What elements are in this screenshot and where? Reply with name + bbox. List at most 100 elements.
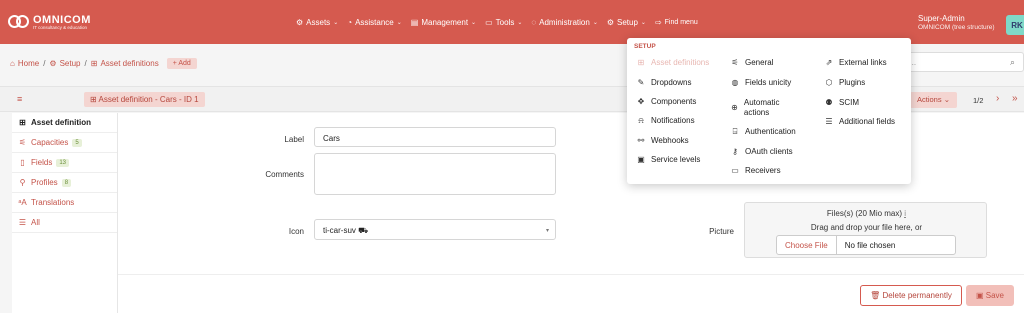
actions-label: Actions <box>917 95 942 104</box>
menu-item-additional-fields[interactable]: ☰ Additional fields <box>824 117 895 127</box>
additional-fields-icon: ☰ <box>825 117 833 126</box>
menu-item-label: External links <box>839 58 887 67</box>
avatar[interactable]: RK <box>1006 15 1024 35</box>
nav-item-assistance[interactable]: ◔ Assistance ⌄ <box>347 18 402 27</box>
icon-field-label: Icon <box>288 227 304 236</box>
asset-definitions-icon: ⊞ <box>637 58 645 67</box>
chevron-down-icon: ⌄ <box>517 20 523 26</box>
chevron-down-icon: ▾ <box>545 228 549 234</box>
administration-icon: ◌ <box>531 18 537 27</box>
label-input[interactable]: Cars <box>314 127 556 147</box>
last-page-icon[interactable]: » <box>1012 93 1018 104</box>
info-icon[interactable]: i <box>904 209 906 218</box>
menu-item-authentication[interactable]: ⍈ Authentication <box>730 127 796 137</box>
breadcrumb-home[interactable]: Home <box>18 59 39 68</box>
save-button[interactable]: ▣ Save <box>966 285 1014 306</box>
scim-icon: ⚉ <box>825 98 833 107</box>
nav-item-management[interactable]: ▤ Management ⌄ <box>411 18 476 27</box>
sidebar-item-label: Profiles <box>31 178 58 187</box>
sidebar-item-fields[interactable]: ▯ Fields 13 <box>12 153 117 173</box>
menu-item-label: General <box>745 58 774 67</box>
menu-item-label: OAuth clients <box>745 147 793 156</box>
picture-field-label: Picture <box>709 227 734 236</box>
icon-select[interactable]: ti-car-suv ⛟ ▾ <box>314 219 556 240</box>
menu-item-webhooks[interactable]: ⚯ Webhooks <box>636 136 689 146</box>
receivers-icon: ▭ <box>731 166 739 175</box>
breadcrumb-current[interactable]: Asset definitions <box>100 59 158 68</box>
pager-count: 1/2 <box>973 96 984 105</box>
label-field-label: Label <box>284 135 304 144</box>
dropdowns-icon: ✎ <box>637 78 645 87</box>
menu-item-components[interactable]: ✥ Components <box>636 97 697 107</box>
page-title-text: Asset definition - Cars - ID 1 <box>98 95 199 104</box>
nav-label: Assistance <box>355 18 394 27</box>
sidebar-item-capacities[interactable]: ⚟ Capacities 5 <box>12 133 117 153</box>
comments-textarea[interactable] <box>314 153 556 195</box>
chevron-down-icon: ⌄ <box>592 20 598 26</box>
menu-item-asset-definitions[interactable]: ⊞ Asset definitions <box>636 58 710 68</box>
components-icon: ✥ <box>637 97 645 106</box>
menu-item-oauth-clients[interactable]: ⚷ OAuth clients <box>730 147 793 157</box>
menu-item-label: Webhooks <box>651 136 689 145</box>
save-label: Save <box>985 291 1004 300</box>
menu-item-label: Fields unicity <box>745 78 792 87</box>
chevron-down-icon: ⌄ <box>396 20 402 26</box>
nav-item-administration[interactable]: ◌ Administration ⌄ <box>531 18 597 27</box>
brand-logo[interactable]: OMNICOM IT consultancy & education <box>8 14 91 30</box>
search-icon[interactable]: ⌕ <box>1010 57 1015 68</box>
file-input[interactable]: Choose File No file chosen <box>776 235 956 255</box>
search-input[interactable]: h... ⌕ <box>898 52 1024 72</box>
nav-label: Management <box>421 18 469 27</box>
menu-item-label: Dropdowns <box>651 78 692 87</box>
page-title: ⊞ Asset definition - Cars - ID 1 <box>84 92 205 107</box>
filter-icon[interactable]: ≡ <box>17 94 22 104</box>
nav-item-tools[interactable]: ▭ Tools ⌄ <box>485 18 522 27</box>
user-entity: OMNICOM (tree structure) <box>918 24 995 31</box>
trash-icon: 🗑︎ <box>870 291 883 300</box>
next-page-icon[interactable]: › <box>996 93 999 104</box>
delete-permanently-button[interactable]: 🗑︎ Delete permanently <box>860 285 962 306</box>
choose-file-button[interactable]: Choose File <box>777 236 837 254</box>
picture-dropzone[interactable]: Files(s) (20 Mio max) i Drag and drop yo… <box>744 202 987 258</box>
menu-item-external-links[interactable]: ⇗ External links <box>824 58 887 68</box>
home-icon: ⌂ <box>10 58 15 68</box>
sidebar-item-translations[interactable]: ᵃA Translations <box>12 193 117 213</box>
nav-item-assets[interactable]: ⚙ Assets ⌄ <box>296 18 338 27</box>
menu-item-automatic-actions[interactable]: ⊕ Automatic actions <box>730 98 800 118</box>
menu-item-scim[interactable]: ⚉ SCIM <box>824 98 859 108</box>
menu-item-dropdowns[interactable]: ✎ Dropdowns <box>636 78 692 88</box>
management-icon: ▤ <box>410 18 419 27</box>
sidebar-item-label: Asset definition <box>31 118 92 127</box>
add-button[interactable]: + Add <box>166 57 197 69</box>
setup-dropdown-menu: SETUP ⊞ Asset definitions ✎ Dropdowns ✥ Com… <box>627 38 911 184</box>
delete-label: Delete permanently <box>882 291 952 300</box>
menu-item-general[interactable]: ⚟ General <box>730 58 773 68</box>
comments-field-label: Comments <box>265 170 304 179</box>
chevron-down-icon: ⌄ <box>640 20 646 26</box>
authentication-icon: ⍈ <box>732 127 738 136</box>
no-file-text: No file chosen <box>844 240 896 250</box>
menu-item-fields-unicity[interactable]: ◍ Fields unicity <box>730 78 792 88</box>
menu-item-label: Automatic actions <box>743 98 780 117</box>
chevron-down-icon: ⌄ <box>333 20 339 26</box>
translations-icon: ᵃA <box>18 198 27 207</box>
menu-item-notifications[interactable]: ⍾ Notifications <box>636 116 694 126</box>
nav-label: Setup <box>617 18 638 27</box>
menu-item-plugins[interactable]: ⬡ Plugins <box>824 78 866 88</box>
menu-heading: SETUP <box>634 43 656 50</box>
sidebar-item-asset-definition[interactable]: ⊞ Asset definition <box>12 113 117 133</box>
car-icon: ⛟ <box>358 226 369 235</box>
breadcrumb-setup[interactable]: Setup <box>60 59 81 68</box>
menu-item-receivers[interactable]: ▭ Receivers <box>730 166 780 176</box>
actions-button[interactable]: Actions ⌄ <box>910 92 957 108</box>
asset-definition-icon: ⊞ <box>19 118 26 127</box>
all-icon: ☰ <box>18 218 27 227</box>
webhooks-icon: ⚯ <box>637 136 645 145</box>
sidebar-item-profiles[interactable]: ⚲ Profiles 8 <box>12 173 117 193</box>
external-links-icon: ⇗ <box>825 58 833 67</box>
find-menu-button[interactable]: ⇨ Find menu <box>655 18 698 27</box>
sidebar-item-all[interactable]: ☰ All <box>12 213 117 233</box>
menu-item-service-levels[interactable]: ▣ Service levels <box>636 155 700 165</box>
user-menu[interactable]: Super-Admin OMNICOM (tree structure) <box>918 14 995 32</box>
nav-item-setup[interactable]: ⚙ Setup ⌄ <box>607 18 646 27</box>
